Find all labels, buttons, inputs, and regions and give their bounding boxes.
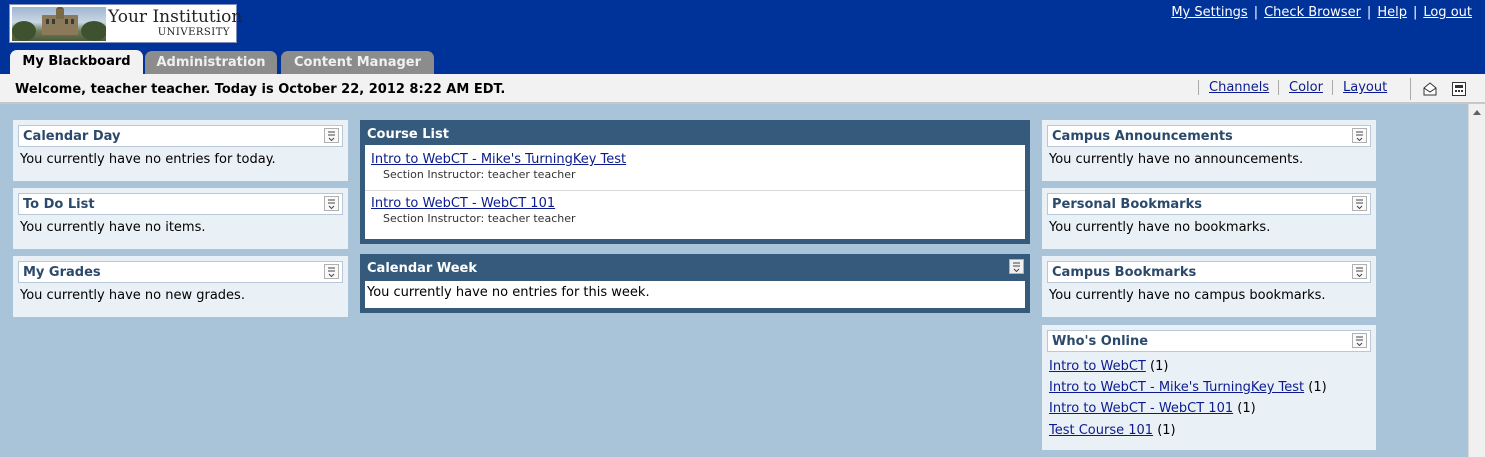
module-options-icon[interactable] [1352,128,1367,143]
course-link[interactable]: Intro to WebCT - Mike's TurningKey Test [371,152,626,167]
course-list-module: Course List Intro to WebCT - Mike's Turn… [360,120,1030,244]
log-out-link[interactable]: Log out [1423,5,1472,20]
module-title: Campus Bookmarks [1052,265,1197,280]
welcome-bar: Welcome, teacher teacher. Today is Octob… [0,74,1485,104]
online-course-link[interactable]: Intro to WebCT [1049,359,1146,374]
module-options-icon[interactable] [1009,259,1024,274]
online-count: (1) [1237,401,1256,416]
module-text: You currently have no campus bookmarks. [1049,288,1326,303]
module-header: Campus Bookmarks [1047,261,1371,283]
institution-name: Your Institution [108,7,243,27]
calendar-day-module: Calendar Day You currently have no entri… [13,120,348,181]
check-browser-link[interactable]: Check Browser [1264,5,1361,20]
online-course-link[interactable]: Test Course 101 [1049,423,1153,438]
welcome-message: Welcome, teacher teacher. Today is Octob… [15,82,506,97]
my-grades-module: My Grades You currently have no new grad… [13,256,348,317]
mail-icon[interactable] [1422,81,1438,97]
campus-announcements-module: Campus Announcements You currently have … [1042,120,1376,181]
help-link[interactable]: Help [1377,5,1407,20]
online-count: (1) [1308,380,1327,395]
online-count: (1) [1150,359,1169,374]
list-item: Intro to WebCT - WebCT 101 Section Instr… [371,196,576,225]
vertical-scrollbar[interactable] [1468,104,1485,457]
channels-link[interactable]: Channels [1198,80,1269,95]
list-item: Test Course 101 (1) [1049,423,1176,438]
divider [365,190,1025,191]
separator: | [1253,5,1259,20]
separator: | [1366,5,1372,20]
module-text: You currently have no entries for this w… [367,285,650,300]
my-settings-link[interactable]: My Settings [1171,5,1247,20]
campus-building-image [12,7,106,41]
calculator-icon[interactable] [1451,81,1467,97]
online-count: (1) [1157,423,1176,438]
module-header: Calendar Day [18,125,343,147]
online-course-link[interactable]: Intro to WebCT - Mike's TurningKey Test [1049,380,1304,395]
module-options-icon[interactable] [1352,264,1367,279]
module-header: Campus Announcements [1047,125,1371,147]
tab-my-blackboard[interactable]: My Blackboard [10,50,143,74]
module-options-icon[interactable] [1352,333,1367,348]
module-title: To Do List [23,197,95,212]
list-item: Intro to WebCT - Mike's TurningKey Test … [371,152,626,181]
list-item: Intro to WebCT - WebCT 101 (1) [1049,401,1256,416]
online-course-link[interactable]: Intro to WebCT - WebCT 101 [1049,401,1233,416]
module-options-icon[interactable] [1352,196,1367,211]
module-title: My Grades [23,265,101,280]
whos-online-module: Who's Online Intro to WebCT (1) Intro to… [1042,325,1376,450]
campus-bookmarks-module: Campus Bookmarks You currently have no c… [1042,256,1376,317]
module-header: Personal Bookmarks [1047,193,1371,215]
institution-logo[interactable]: Your Institution UNIVERSITY [9,4,242,43]
module-text: You currently have no bookmarks. [1049,220,1271,235]
module-header: Who's Online [1047,330,1371,352]
color-link[interactable]: Color [1278,80,1323,95]
module-options-icon[interactable] [324,128,339,143]
tab-content-manager[interactable]: Content Manager [281,51,434,74]
list-item: Intro to WebCT (1) [1049,359,1168,374]
module-options-icon[interactable] [324,196,339,211]
personal-bookmarks-module: Personal Bookmarks You currently have no… [1042,188,1376,249]
course-list-body: Intro to WebCT - Mike's TurningKey Test … [365,145,1025,239]
list-item: Intro to WebCT - Mike's TurningKey Test … [1049,380,1327,395]
scroll-up-arrow-icon[interactable] [1473,110,1481,115]
module-text: You currently have no new grades. [20,288,245,303]
module-title: Calendar Day [23,129,121,144]
tab-administration[interactable]: Administration [145,51,277,74]
calendar-week-body: You currently have no entries for this w… [365,281,1025,308]
calendar-week-module: Calendar Week You currently have no entr… [360,254,1030,313]
module-title: Campus Announcements [1052,129,1233,144]
top-links: My Settings | Check Browser | Help | Log out [1171,5,1472,20]
module-header: To Do List [18,193,343,215]
module-title: Personal Bookmarks [1052,197,1202,212]
separator: | [1412,5,1418,20]
module-header: My Grades [18,261,343,283]
module-title: Calendar Week [367,261,478,276]
module-title: Who's Online [1052,334,1149,349]
module-text: You currently have no items. [20,220,206,235]
module-title: Course List [367,127,449,142]
course-instructor: Section Instructor: teacher teacher [383,168,576,181]
layout-link[interactable]: Layout [1332,80,1387,95]
institution-subtitle: UNIVERSITY [157,27,230,38]
top-banner: Your Institution UNIVERSITY My Settings |… [0,0,1485,74]
divider [1410,78,1411,100]
course-link[interactable]: Intro to WebCT - WebCT 101 [371,196,555,211]
module-options-icon[interactable] [324,264,339,279]
module-text: You currently have no announcements. [1049,152,1304,167]
course-instructor: Section Instructor: teacher teacher [383,212,576,225]
module-text: You currently have no entries for today. [20,152,276,167]
todo-list-module: To Do List You currently have no items. [13,188,348,249]
